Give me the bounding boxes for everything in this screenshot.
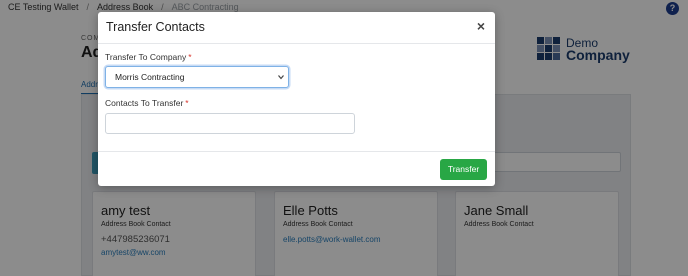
chevron-down-icon	[278, 75, 284, 80]
contacts-to-transfer-label: Contacts To Transfer *	[105, 98, 189, 108]
transfer-contacts-modal: Transfer Contacts × Transfer To Company *…	[98, 12, 495, 186]
transfer-company-value: Morris Contracting	[115, 72, 185, 82]
contacts-to-transfer-label-text: Contacts To Transfer	[105, 98, 184, 108]
close-icon[interactable]: ×	[474, 18, 488, 34]
required-marker: *	[185, 98, 189, 108]
modal-title: Transfer Contacts	[106, 20, 205, 34]
transfer-company-label: Transfer To Company *	[105, 52, 192, 62]
contacts-to-transfer-input[interactable]	[105, 113, 355, 134]
transfer-company-select[interactable]: Morris Contracting	[105, 66, 289, 88]
required-marker: *	[188, 52, 192, 62]
modal-footer: Transfer	[98, 151, 495, 186]
modal-header: Transfer Contacts ×	[98, 12, 495, 44]
transfer-button[interactable]: Transfer	[440, 159, 487, 180]
transfer-company-label-text: Transfer To Company	[105, 52, 187, 62]
